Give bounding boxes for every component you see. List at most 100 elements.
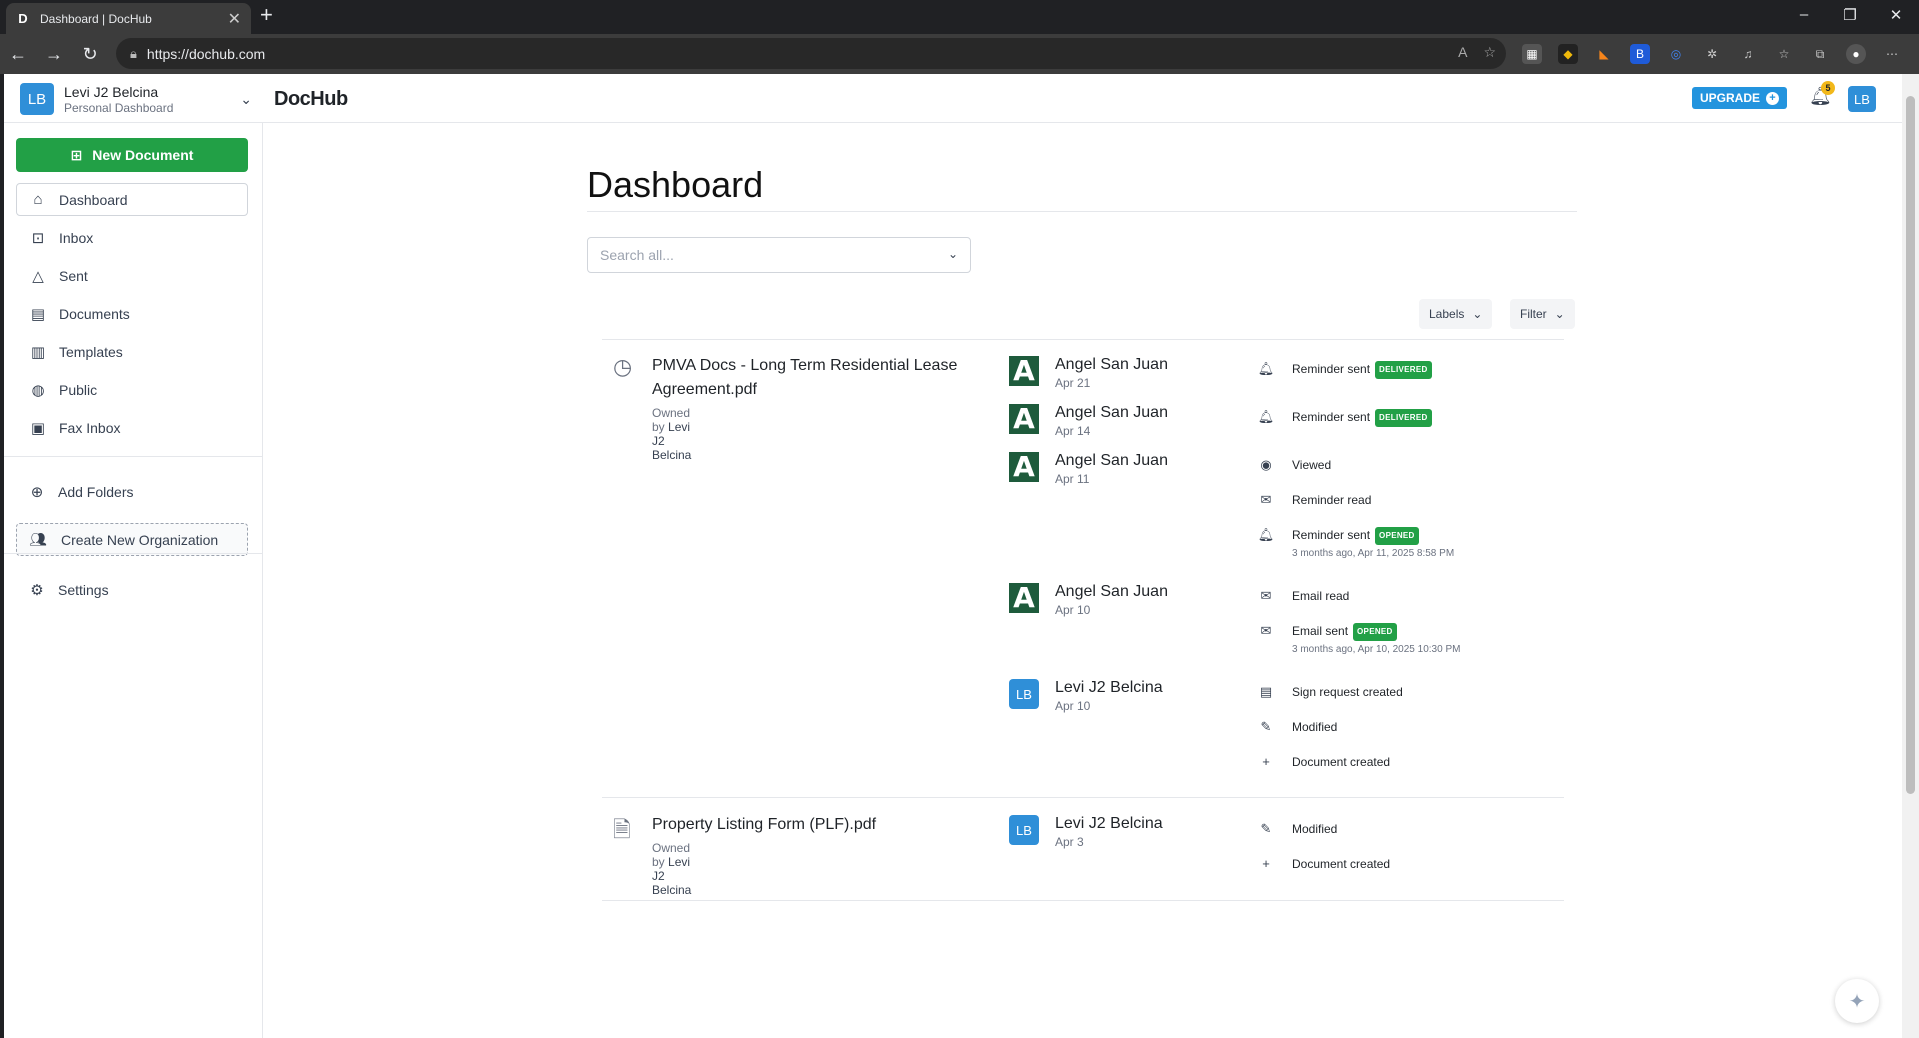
account-switcher[interactable]: LB Levi J2 Belcina Personal Dashboard ⌄ xyxy=(20,83,252,115)
filter-label: Filter xyxy=(1520,307,1547,321)
more-menu-icon[interactable]: ⋯ xyxy=(1882,44,1902,64)
puzzle-extension-icon[interactable]: ✲ xyxy=(1702,44,1722,64)
notifications-bell-icon[interactable]: 🔔︎ 5 xyxy=(1809,81,1835,107)
sidebar-item-inbox[interactable]: ⊡ Inbox xyxy=(16,221,248,254)
user-avatar: LB xyxy=(1009,815,1039,845)
scrollbar-thumb[interactable] xyxy=(1906,96,1915,794)
forward-icon[interactable]: → xyxy=(36,44,72,65)
account-name: Levi J2 Belcina xyxy=(64,83,159,100)
create-org-label: Create New Organization xyxy=(61,531,219,548)
sidebar-item-documents[interactable]: ▤ Documents xyxy=(16,297,248,330)
fax-icon: ▣ xyxy=(30,419,46,437)
person-name: Levi J2 Belcina xyxy=(1055,815,1163,832)
sidebar-item-public[interactable]: ◍ Public xyxy=(16,373,248,406)
add-folders-button[interactable]: ⊕ Add Folders xyxy=(16,475,248,508)
favorites-icon[interactable]: ☆ xyxy=(1774,44,1794,64)
sidebar-item-templates[interactable]: ▥ Templates xyxy=(16,335,248,368)
person-name: Angel San Juan xyxy=(1055,452,1168,469)
header-user-avatar[interactable]: LB xyxy=(1848,86,1876,112)
new-document-button[interactable]: ⊞ New Document xyxy=(16,138,248,172)
chevron-down-icon[interactable]: ⌄ xyxy=(948,247,958,261)
person-name: Angel San Juan xyxy=(1055,356,1168,373)
sidebar-divider xyxy=(4,456,262,457)
settings-button[interactable]: ⚙ Settings xyxy=(16,573,248,606)
dochub-logo[interactable]: DocHub xyxy=(274,88,348,111)
event-text: Viewed xyxy=(1292,458,1332,472)
notification-count-badge: 5 xyxy=(1821,81,1835,95)
dochub-favicon-icon: D xyxy=(18,11,28,26)
search-field[interactable]: ⌄ xyxy=(587,237,971,273)
bitwarden-extension-icon[interactable]: B xyxy=(1630,44,1650,64)
labels-button[interactable]: Labels ⌄ xyxy=(1419,299,1493,329)
ai-assistant-sparkle-icon[interactable]: ✦ xyxy=(1835,979,1879,1023)
favorite-star-icon[interactable]: ☆ xyxy=(1483,44,1496,61)
event-text: Reminder sent xyxy=(1292,528,1371,542)
user-avatar: LB xyxy=(20,83,54,115)
activity-event: ✎ Modified xyxy=(1256,821,1338,837)
search-input[interactable] xyxy=(600,247,930,263)
person-date: Apr 3 xyxy=(1055,835,1084,849)
sidebar-item-label: Public xyxy=(59,381,98,398)
activity-event: ▤ Sign request created xyxy=(1256,684,1403,700)
sidebar-item-fax-inbox[interactable]: ▣ Fax Inbox xyxy=(16,411,248,444)
chevron-down-icon[interactable]: ⌄ xyxy=(240,91,252,108)
window-controls: – ❐ ✕ xyxy=(1781,6,1919,24)
activity-event: ✉ Email sent OPENED 3 months ago, Apr 10,… xyxy=(1256,623,1460,658)
browser-tab[interactable]: D Dashboard | DocHub ✕ xyxy=(6,3,251,34)
document-name[interactable]: Property Listing Form (PLF).pdf xyxy=(652,813,992,837)
page: LB Levi J2 Belcina Personal Dashboard ⌄ … xyxy=(4,74,1902,1038)
circle-extension-icon[interactable]: ◎ xyxy=(1666,44,1686,64)
row-divider xyxy=(602,339,1564,340)
tab-close-icon[interactable]: ✕ xyxy=(228,9,241,29)
event-text: Reminder sent xyxy=(1292,362,1371,376)
reload-icon[interactable]: ↻ xyxy=(72,44,108,65)
template-icon: ▥ xyxy=(30,343,46,361)
sidebar: ⊞ New Document ⌂ Dashboard ⊡ Inbox △ Sen… xyxy=(4,123,263,1038)
activity-event: + Document created xyxy=(1256,856,1390,872)
minimize-icon[interactable]: – xyxy=(1781,6,1827,24)
activity-person: LB Levi J2 Belcina Apr 3 xyxy=(1009,815,1163,849)
back-icon[interactable]: ← xyxy=(0,44,36,65)
upgrade-button[interactable]: UPGRADE + xyxy=(1692,87,1788,109)
restore-icon[interactable]: ❐ xyxy=(1827,6,1873,24)
activity-event: 🔔︎ Reminder sent OPENED 3 months ago, Apr… xyxy=(1256,527,1454,562)
lock-icon[interactable]: 🔒︎ xyxy=(130,46,137,62)
sidebar-item-sent[interactable]: △ Sent xyxy=(16,259,248,292)
sidebar-nav: ⌂ Dashboard ⊡ Inbox △ Sent ▤ Documents ▥… xyxy=(16,183,248,449)
close-window-icon[interactable]: ✕ xyxy=(1873,6,1919,24)
plus-icon: + xyxy=(1262,754,1270,769)
metamask-extension-icon[interactable]: ◣ xyxy=(1594,44,1614,64)
sidebar-item-label: Inbox xyxy=(59,229,94,246)
qr-extension-icon[interactable]: ▦ xyxy=(1522,44,1542,64)
status-badge: OPENED xyxy=(1375,527,1419,545)
url-field[interactable]: 🔒︎ https://dochub.com A ☆ xyxy=(116,38,1506,69)
event-timestamp: 3 months ago, Apr 11, 2025 8:58 PM xyxy=(1292,548,1455,559)
new-tab-icon[interactable]: + xyxy=(260,4,273,26)
people-icon: 👥︎ xyxy=(29,531,47,547)
person-date: Apr 21 xyxy=(1055,376,1091,390)
read-aloud-icon[interactable]: A xyxy=(1458,44,1467,61)
activity-event: ✎ Modified xyxy=(1256,719,1338,735)
event-text: Reminder sent xyxy=(1292,410,1371,424)
document-name[interactable]: PMVA Docs - Long Term Residential Lease … xyxy=(652,354,992,402)
create-organization-button[interactable]: 👥︎ Create New Organization xyxy=(16,523,248,556)
collections-icon[interactable]: ⧉ xyxy=(1810,44,1830,64)
activity-event: 🔔︎ Reminder sent DELIVERED xyxy=(1256,409,1432,427)
music-icon[interactable]: ♫ xyxy=(1738,44,1758,64)
status-badge: OPENED xyxy=(1353,623,1397,641)
status-badge: DELIVERED xyxy=(1375,409,1432,427)
send-icon: △ xyxy=(32,267,44,285)
filter-button[interactable]: Filter ⌄ xyxy=(1510,299,1575,329)
page-title: Dashboard xyxy=(587,164,764,205)
document-owner: Owned by Levi J2 Belcina xyxy=(652,841,691,897)
eye-icon: ◉ xyxy=(1260,457,1272,472)
tab-title: Dashboard | DocHub xyxy=(40,11,152,26)
page-scrollbar[interactable] xyxy=(1902,74,1919,1038)
sidebar-item-dashboard[interactable]: ⌂ Dashboard xyxy=(16,183,248,216)
home-icon: ⌂ xyxy=(33,191,43,208)
sidebar-divider xyxy=(4,553,262,554)
binance-extension-icon[interactable]: ◆ xyxy=(1558,44,1578,64)
event-text: Document created xyxy=(1292,857,1391,871)
profile-avatar-icon[interactable]: ● xyxy=(1846,44,1866,64)
person-name: Angel San Juan xyxy=(1055,404,1168,421)
